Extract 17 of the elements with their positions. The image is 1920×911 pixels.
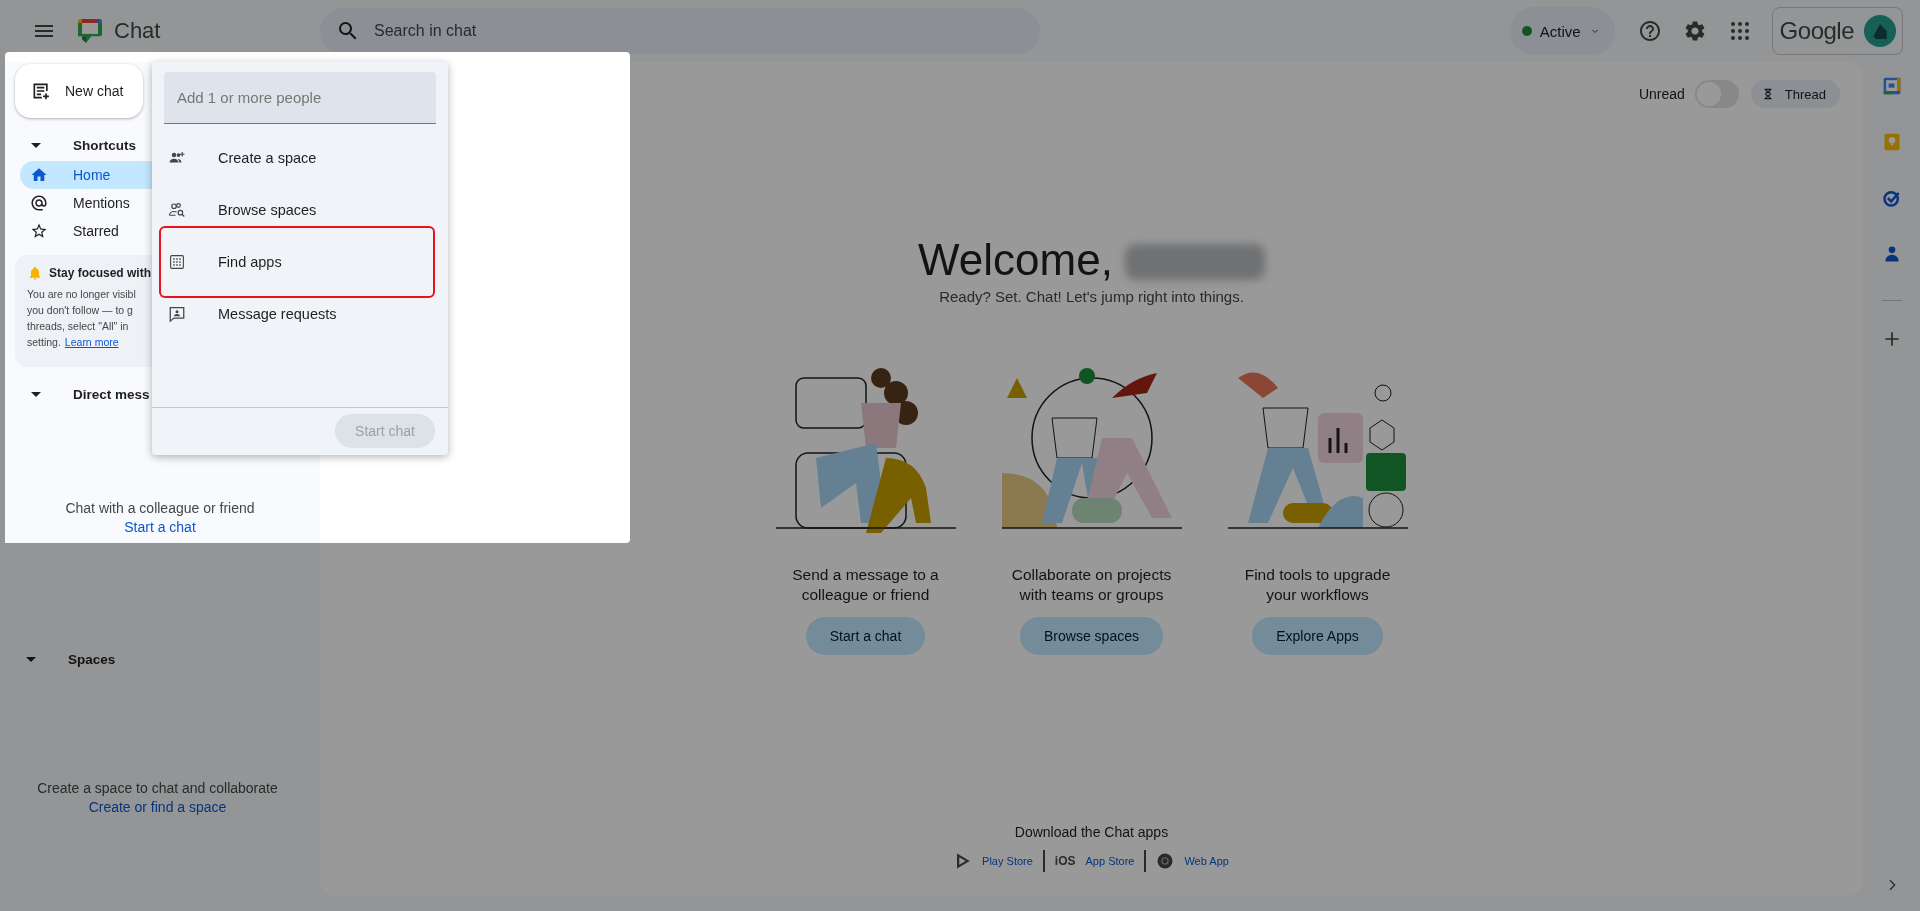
card-caption: Collaborate on projects with teams or groups — [1010, 565, 1173, 605]
app-name: Chat — [114, 18, 161, 44]
empty-state-text: Create a space to chat and collaborate — [36, 780, 279, 796]
notice-title: Stay focused with — [49, 266, 152, 280]
ios-logo-text: iOS — [1054, 854, 1076, 868]
notice-text: You are no longer visibl — [27, 287, 136, 302]
notice-text: threads, select "All" in — [27, 319, 129, 334]
empty-state-text: Chat with a colleague or friend — [64, 500, 256, 516]
notice-text: you don't follow — to g — [27, 303, 133, 318]
welcome-title: Welcome, — [918, 234, 1113, 286]
download-title: Download the Chat apps — [1014, 824, 1169, 840]
welcome-subtitle: Ready? Set. Chat! Let's jump right into things. — [939, 288, 1244, 305]
brand-logo-text: Google — [1779, 17, 1854, 45]
unread-label: Unread — [1638, 86, 1685, 102]
card-caption: Send a message to a colleague or friend — [791, 565, 940, 605]
notice-text: setting. — [27, 335, 61, 350]
card-caption: Find tools to upgrade your workflows — [1243, 565, 1392, 605]
